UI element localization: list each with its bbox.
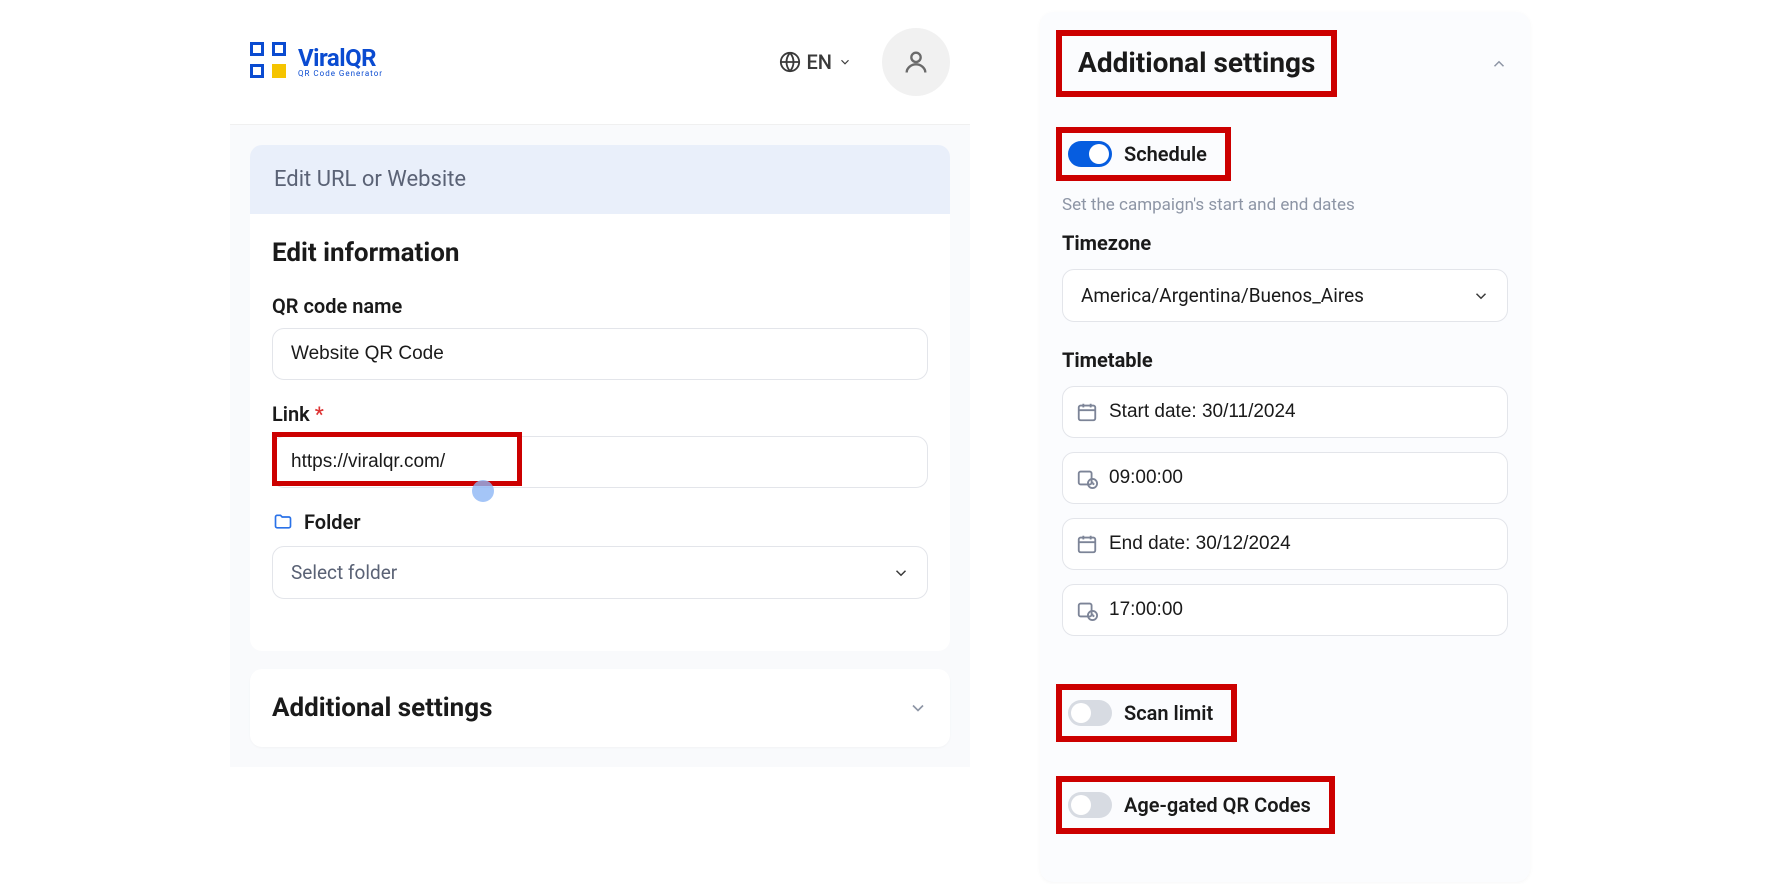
timezone-select[interactable]: America/Argentina/Buenos_Aires (1062, 269, 1508, 322)
section-title: Edit information (272, 238, 928, 268)
language-code: EN (807, 50, 833, 74)
additional-settings-label: Additional settings (272, 693, 492, 723)
qr-name-label: QR code name (272, 294, 928, 318)
timezone-label: Timezone (1062, 231, 1508, 255)
calendar-clock-icon (1076, 467, 1098, 489)
scan-limit-label: Scan limit (1124, 701, 1213, 725)
start-time-input[interactable] (1062, 452, 1508, 504)
logo[interactable]: ViralQR QR Code Generator (250, 42, 383, 82)
scan-limit-toggle[interactable] (1068, 700, 1112, 726)
folder-select[interactable]: Select folder (272, 546, 928, 599)
end-date-input[interactable] (1062, 518, 1508, 570)
calendar-icon (1076, 533, 1098, 555)
start-date-input[interactable] (1062, 386, 1508, 438)
folder-label: Folder (304, 510, 361, 534)
calendar-icon (1076, 401, 1098, 423)
qr-name-input[interactable] (272, 328, 928, 380)
age-gated-row: Age-gated QR Codes (1056, 776, 1335, 834)
language-switcher[interactable]: EN (779, 50, 853, 74)
additional-settings-panel: Additional settings Schedule Set the cam… (1040, 12, 1530, 882)
globe-icon (779, 51, 801, 73)
age-gated-label: Age-gated QR Codes (1124, 793, 1311, 817)
user-icon (902, 48, 930, 76)
calendar-clock-icon (1076, 599, 1098, 621)
folder-icon (272, 512, 294, 532)
additional-settings-collapsed[interactable]: Additional settings (250, 669, 950, 747)
cursor-indicator (472, 480, 494, 502)
logo-text: ViralQR (298, 46, 383, 70)
chevron-down-icon (838, 55, 852, 69)
required-asterisk: * (315, 402, 324, 426)
schedule-hint: Set the campaign's start and end dates (1062, 195, 1508, 215)
tab-edit-url[interactable]: Edit URL or Website (250, 145, 950, 214)
link-label: Link * (272, 402, 928, 426)
schedule-toggle[interactable] (1068, 141, 1112, 167)
age-gated-toggle[interactable] (1068, 792, 1112, 818)
profile-button[interactable] (882, 28, 950, 96)
chevron-up-icon[interactable] (1490, 55, 1508, 73)
logo-icon (250, 42, 290, 82)
schedule-toggle-row: Schedule (1056, 127, 1231, 181)
scan-limit-row: Scan limit (1056, 684, 1237, 742)
link-input[interactable] (272, 436, 928, 488)
schedule-label: Schedule (1124, 142, 1207, 166)
edit-information-card: Edit information QR code name Link * (250, 214, 950, 651)
chevron-down-icon (908, 698, 928, 718)
top-bar: ViralQR QR Code Generator EN (230, 0, 970, 125)
additional-settings-title: Additional settings (1056, 30, 1337, 97)
logo-tagline: QR Code Generator (298, 70, 383, 78)
end-time-input[interactable] (1062, 584, 1508, 636)
timetable-label: Timetable (1062, 348, 1508, 372)
